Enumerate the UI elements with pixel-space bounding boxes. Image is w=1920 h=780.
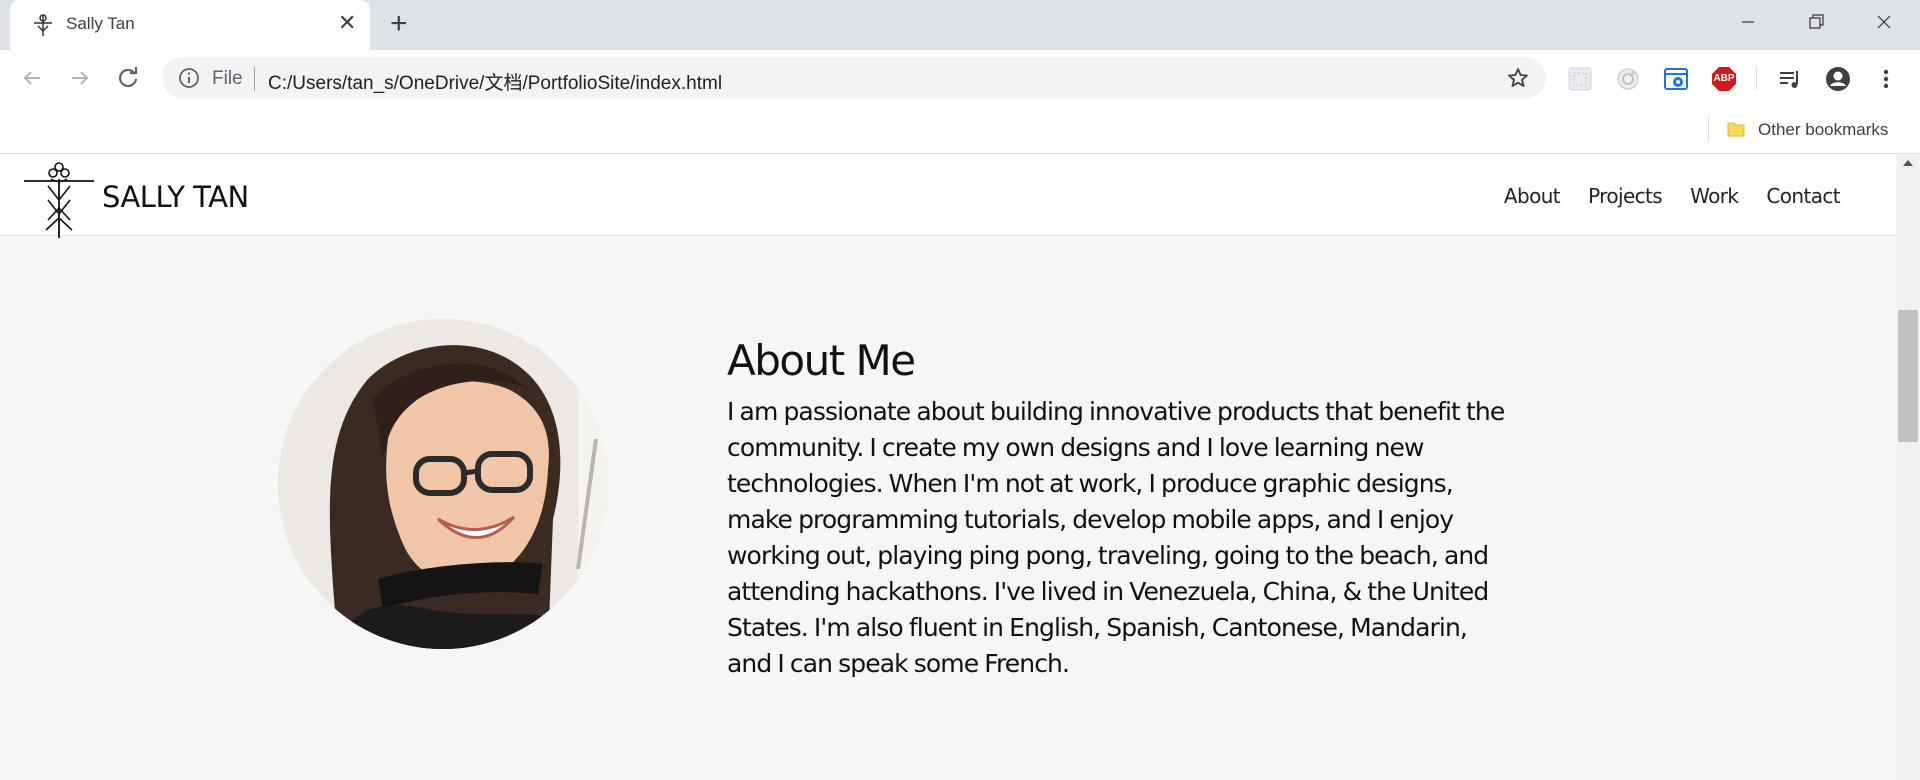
scheme-label: File — [212, 68, 243, 89]
site-navbar: SALLY TAN About Projects Work Contact — [0, 154, 1896, 238]
screenshot-icon[interactable] — [1566, 65, 1594, 93]
page-content: SALLY TAN About Projects Work Contact Ab… — [0, 154, 1896, 780]
adblock-icon[interactable]: ABP — [1710, 65, 1738, 93]
page-scrollbar[interactable] — [1896, 154, 1920, 780]
info-icon[interactable] — [178, 67, 200, 89]
browser-tab[interactable]: Sally Tan ✕ — [10, 0, 370, 50]
toolbar-divider — [1756, 66, 1757, 90]
adblock-label: ABP — [1713, 73, 1735, 84]
url-text[interactable]: C:/Users/tan_s/OneDrive/文档/PortfolioSite… — [268, 68, 722, 95]
back-arrow-icon[interactable] — [16, 62, 48, 94]
site-brand-name[interactable]: SALLY TAN — [102, 180, 249, 214]
profile-photo — [278, 319, 608, 649]
bookmarks-divider — [1708, 116, 1709, 142]
close-window-icon[interactable] — [1866, 8, 1902, 38]
nav-contact-link[interactable]: Contact — [1766, 184, 1840, 208]
site-logo-favicon-icon — [34, 14, 52, 36]
more-menu-icon[interactable] — [1872, 65, 1900, 93]
nav-work-link[interactable]: Work — [1690, 184, 1739, 208]
reload-icon[interactable] — [112, 62, 144, 94]
profile-photo-illustration — [278, 319, 608, 649]
tab-title: Sally Tan — [66, 14, 135, 33]
browser-titlebar: Sally Tan ✕ + — [0, 0, 1920, 50]
media-playlist-icon[interactable] — [1776, 65, 1804, 93]
site-nav-links: About Projects Work Contact — [1504, 184, 1841, 208]
bookmarks-bar: Other bookmarks — [0, 106, 1920, 154]
forward-arrow-icon[interactable] — [64, 62, 96, 94]
browser-toolbar: File C:/Users/tan_s/OneDrive/文档/Portfoli… — [0, 50, 1920, 106]
bookmark-star-icon[interactable] — [1506, 66, 1530, 90]
omnibox-divider — [254, 67, 255, 91]
nav-projects-link[interactable]: Projects — [1588, 184, 1663, 208]
minimize-icon[interactable] — [1730, 8, 1766, 38]
tab-close-icon[interactable]: ✕ — [338, 11, 356, 35]
capture-icon[interactable] — [1662, 65, 1690, 93]
profile-avatar-icon[interactable] — [1824, 65, 1852, 93]
restore-icon[interactable] — [1798, 8, 1834, 38]
new-tab-button[interactable]: + — [390, 9, 408, 39]
camera-icon[interactable] — [1614, 65, 1642, 93]
scrollbar-thumb[interactable] — [1898, 310, 1918, 442]
site-logo-icon[interactable] — [24, 158, 94, 238]
about-title: About Me — [727, 336, 916, 385]
scroll-up-arrow-icon[interactable] — [1903, 160, 1913, 166]
folder-icon — [1727, 122, 1745, 137]
other-bookmarks-link[interactable]: Other bookmarks — [1758, 120, 1888, 140]
about-paragraph: I am passionate about building innovativ… — [727, 397, 1505, 678]
address-bar[interactable]: File C:/Users/tan_s/OneDrive/文档/Portfoli… — [162, 57, 1546, 99]
nav-about-link[interactable]: About — [1504, 184, 1561, 208]
